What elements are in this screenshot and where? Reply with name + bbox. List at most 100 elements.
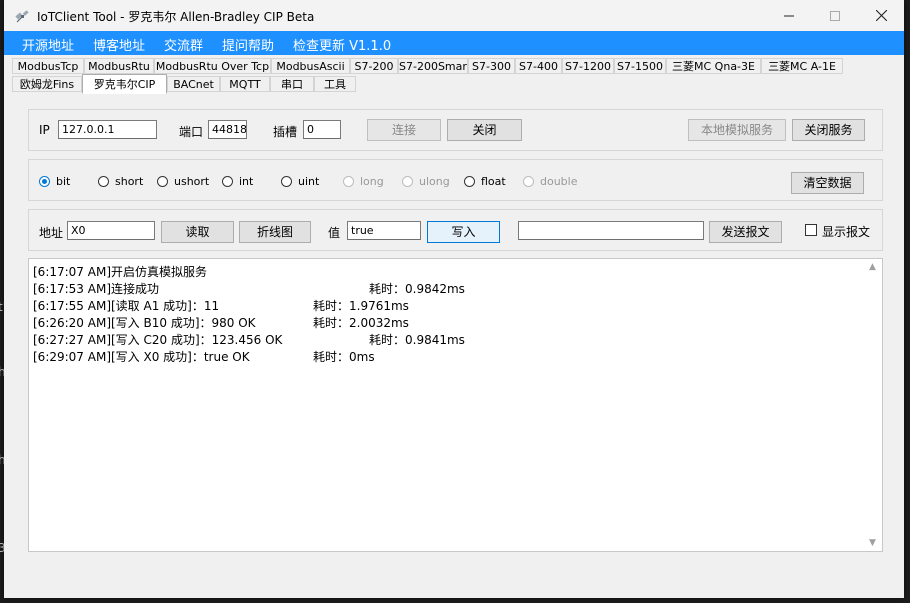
tab-tools[interactable]: 工具 bbox=[314, 76, 356, 92]
slot-label: 插槽 bbox=[273, 125, 298, 139]
minimize-button[interactable] bbox=[766, 0, 812, 31]
slot-input[interactable]: 0 bbox=[303, 120, 341, 139]
show-message-checkbox[interactable] bbox=[805, 224, 817, 236]
log-elapsed: 耗时：1.9761ms bbox=[313, 299, 409, 313]
radio-long[interactable]: long bbox=[343, 175, 384, 188]
log-elapsed: 耗时：2.0032ms bbox=[313, 316, 409, 330]
maximize-icon bbox=[830, 10, 840, 21]
local-simulation-button[interactable]: 本地模拟服务 bbox=[688, 119, 786, 141]
menu-chat-group[interactable]: 交流群 bbox=[164, 35, 203, 54]
log-scrollbar[interactable]: ▲ ▼ bbox=[866, 259, 882, 551]
port-label: 端口 bbox=[179, 125, 204, 139]
tab-modbusrtu-over-tcp[interactable]: ModbusRtu Over Tcp bbox=[154, 58, 271, 74]
radio-indicator bbox=[39, 176, 50, 187]
radio-label: uint bbox=[298, 175, 320, 188]
tab-modbusrtu[interactable]: ModbusRtu bbox=[84, 58, 154, 74]
title-bar: IoTClient Tool - 罗克韦尔 Allen-Bradley CIP … bbox=[4, 0, 904, 31]
log-elapsed: 耗时：0.9842ms bbox=[369, 282, 465, 296]
menu-bar: 开源地址 博客地址 交流群 提问帮助 检查更新 V1.1.0 bbox=[4, 31, 904, 55]
radio-ulong[interactable]: ulong bbox=[402, 175, 450, 188]
maximize-button[interactable] bbox=[812, 0, 858, 31]
radio-label: ushort bbox=[174, 175, 210, 188]
log-message: [6:17:53 AM]连接成功 bbox=[33, 282, 160, 296]
radio-indicator bbox=[98, 176, 109, 187]
operation-panel: 地址 X0 读取 折线图 值 true 写入 发送报文 显示报文 bbox=[28, 209, 883, 251]
address-label: 地址 bbox=[39, 226, 64, 240]
radio-int[interactable]: int bbox=[222, 175, 253, 188]
tab-rockwell-cip[interactable]: 罗克韦尔CIP bbox=[82, 74, 167, 94]
log-message: [6:17:07 AM]开启仿真模拟服务 bbox=[33, 265, 208, 279]
tab-omron-fins[interactable]: 欧姆龙Fins bbox=[12, 76, 82, 92]
clear-data-button[interactable]: 清空数据 bbox=[791, 172, 864, 194]
tab-mqtt[interactable]: MQTT bbox=[220, 76, 270, 92]
log-message: [6:27:27 AM][写入 C20 成功]：123.456 OK bbox=[33, 333, 283, 347]
radio-short[interactable]: short bbox=[98, 175, 143, 188]
radio-label: long bbox=[360, 175, 384, 188]
radio-label: double bbox=[540, 175, 578, 188]
tab-content: IP 127.0.0.1 端口 44818 插槽 0 连接 关闭 本地模拟服务 … bbox=[16, 94, 894, 570]
menu-open-source[interactable]: 开源地址 bbox=[22, 35, 74, 54]
tab-s7-200smart[interactable]: S7-200Smart bbox=[398, 58, 468, 74]
minimize-icon bbox=[784, 15, 794, 16]
close-connection-button[interactable]: 关闭 bbox=[447, 119, 522, 141]
radio-label: bit bbox=[56, 175, 71, 188]
window-title: IoTClient Tool - 罗克韦尔 Allen-Bradley CIP … bbox=[37, 10, 315, 24]
show-message-label: 显示报文 bbox=[822, 225, 871, 239]
scroll-down-icon[interactable]: ▼ bbox=[869, 538, 876, 548]
tab-bacnet[interactable]: BACnet bbox=[167, 76, 220, 92]
radio-indicator bbox=[281, 176, 292, 187]
close-icon bbox=[875, 10, 887, 21]
close-service-button[interactable]: 关闭服务 bbox=[792, 119, 865, 141]
tab-s7-1500[interactable]: S7-1500 bbox=[614, 58, 666, 74]
menu-help[interactable]: 提问帮助 bbox=[222, 35, 274, 54]
log-message: [6:29:07 AM][写入 X0 成功]：true OK bbox=[33, 350, 250, 364]
radio-indicator bbox=[523, 176, 534, 187]
log-message: [6:26:20 AM][写入 B10 成功]：980 OK bbox=[33, 316, 256, 330]
value-input[interactable]: true bbox=[347, 221, 421, 240]
connect-button[interactable]: 连接 bbox=[367, 119, 441, 141]
radio-label: int bbox=[239, 175, 254, 188]
ip-label: IP bbox=[39, 123, 50, 137]
scroll-up-icon[interactable]: ▲ bbox=[869, 262, 876, 272]
tab-serial[interactable]: 串口 bbox=[270, 76, 314, 92]
radio-label: short bbox=[115, 175, 144, 188]
app-window: IoTClient Tool - 罗克韦尔 Allen-Bradley CIP … bbox=[4, 0, 904, 598]
log-output[interactable]: [6:17:07 AM]开启仿真模拟服务 [6:17:53 AM]连接成功 耗时… bbox=[28, 258, 883, 552]
port-input[interactable]: 44818 bbox=[208, 120, 247, 139]
radio-double[interactable]: double bbox=[523, 175, 578, 188]
tab-mitsubishi-a-1e[interactable]: 三菱MC A-1E bbox=[761, 58, 843, 74]
read-button[interactable]: 读取 bbox=[161, 221, 234, 243]
log-elapsed: 耗时：0.9841ms bbox=[369, 333, 465, 347]
datatype-panel: bit short ushort int uint long ulong flo… bbox=[28, 159, 883, 201]
radio-bit[interactable]: bit bbox=[39, 175, 70, 188]
tab-s7-200[interactable]: S7-200 bbox=[350, 58, 398, 74]
tab-mitsubishi-qna-3e[interactable]: 三菱MC Qna-3E bbox=[666, 58, 761, 74]
address-input[interactable]: X0 bbox=[67, 221, 155, 240]
tab-modbustcp[interactable]: ModbusTcp bbox=[12, 58, 84, 74]
radio-indicator bbox=[402, 176, 413, 187]
line-chart-button[interactable]: 折线图 bbox=[239, 221, 311, 243]
menu-check-update[interactable]: 检查更新 V1.1.0 bbox=[293, 35, 391, 54]
radio-indicator bbox=[157, 176, 168, 187]
close-window-button[interactable] bbox=[858, 0, 904, 31]
radio-indicator bbox=[343, 176, 354, 187]
ip-input[interactable]: 127.0.0.1 bbox=[58, 120, 157, 139]
value-label: 值 bbox=[328, 226, 341, 240]
radio-indicator bbox=[222, 176, 233, 187]
tab-s7-300[interactable]: S7-300 bbox=[468, 58, 515, 74]
radio-float[interactable]: float bbox=[464, 175, 506, 188]
tab-modbusascii[interactable]: ModbusAscii bbox=[271, 58, 350, 74]
radio-label: float bbox=[481, 175, 506, 188]
radio-ushort[interactable]: ushort bbox=[157, 175, 209, 188]
radio-uint[interactable]: uint bbox=[281, 175, 319, 188]
tab-s7-1200[interactable]: S7-1200 bbox=[562, 58, 614, 74]
write-button[interactable]: 写入 bbox=[427, 221, 500, 243]
satellite-icon bbox=[15, 10, 29, 23]
send-message-button[interactable]: 发送报文 bbox=[709, 221, 782, 243]
message-input[interactable] bbox=[518, 221, 704, 240]
menu-blog[interactable]: 博客地址 bbox=[93, 35, 145, 54]
log-elapsed: 耗时：0ms bbox=[313, 350, 375, 364]
radio-indicator bbox=[464, 176, 475, 187]
tab-s7-400[interactable]: S7-400 bbox=[515, 58, 562, 74]
log-message: [6:17:55 AM][读取 A1 成功]：11 bbox=[33, 299, 220, 313]
